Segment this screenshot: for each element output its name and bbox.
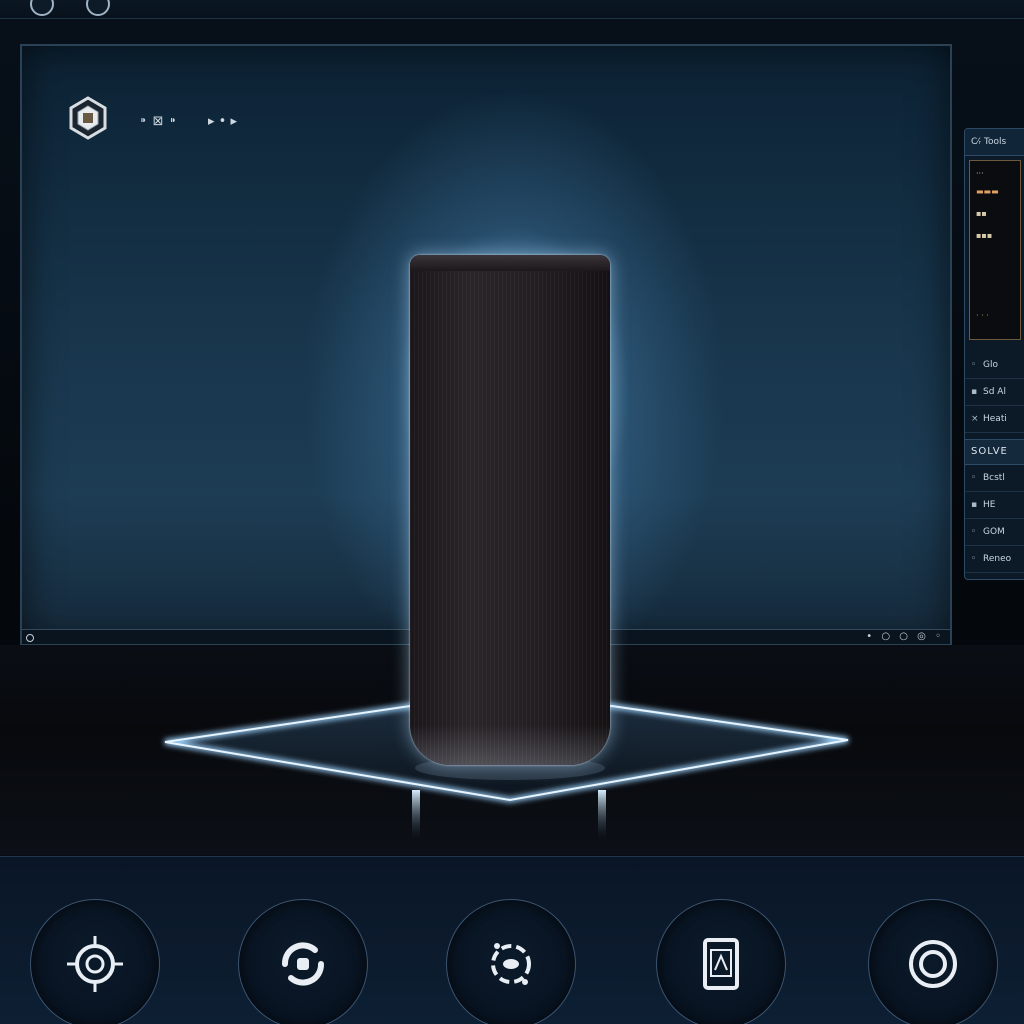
preview-line: ▪▪▪ [976,231,993,240]
preview-line: · · · [976,311,989,320]
bullet-icon: ▪ [971,387,978,397]
product-fringe [410,725,610,765]
bottom-toolbar [0,856,1024,1024]
side-panel-row[interactable]: ▪ Sd Al [965,379,1024,406]
side-panel: C⁄ᵣ Tools ··· ▬▬▬ ▪▪ ▪▪▪ · · · ◦ Glo ▪ Sd … [964,128,1024,580]
side-panel-row[interactable]: ◦ Glo [965,352,1024,379]
hexagon-logo-icon [69,96,107,140]
viewport-title: ⁍ ⊠ ⁍ [140,114,178,129]
record-button[interactable] [868,899,998,1024]
side-panel-row[interactable]: ▪ HE [965,492,1024,519]
viewport-playback-controls[interactable]: • ○ ○ ◎ ◦ [866,630,944,644]
bullet-icon: ◦ [971,360,977,370]
bullet-icon: ◦ [971,527,977,537]
side-panel-row[interactable]: ◦ Reneo [965,546,1024,573]
side-panel-row[interactable]: ◦ GOM [965,519,1024,546]
bullet-icon: ▪ [971,500,978,510]
bullet-icon: ◦ [971,473,977,483]
crosshair-target-icon [67,936,123,992]
side-panel-section-header[interactable]: SOLVE [965,439,1024,465]
rotate-icon [282,942,324,986]
device-frame-icon [703,938,739,990]
side-panel-row[interactable]: ◦ Bcstl [965,465,1024,492]
viewport-left-control-icon[interactable] [26,634,34,642]
close-icon: × [971,414,979,424]
orbit-button[interactable] [446,899,576,1024]
preview-line: ▪▪ [976,209,987,218]
record-circle-icon [909,940,957,988]
top-second-control-icon[interactable] [86,0,110,16]
bullet-icon: ◦ [971,554,977,564]
side-panel-row[interactable]: × Heati [965,406,1024,433]
top-strip [0,0,1024,19]
preview-line: ··· [976,169,984,178]
app-window: ⁍ ⊠ ⁍ ▸ • ▸ • ○ ○ ◎ ◦ C⁄ᵣ Tools ··· ▬▬▬ … [0,0,1024,1024]
device-frame-button[interactable] [656,899,786,1024]
target-button[interactable] [30,899,160,1024]
viewport-subtitle: ▸ • ▸ [208,114,237,129]
preview-line: ▬▬▬ [976,187,999,196]
side-panel-preview[interactable]: ··· ▬▬▬ ▪▪ ▪▪▪ · · · [969,160,1021,340]
product-model[interactable] [410,255,610,765]
product-cap [410,255,610,271]
rotate-button[interactable] [238,899,368,1024]
top-left-control-icon[interactable] [30,0,54,16]
side-panel-header[interactable]: C⁄ᵣ Tools [965,129,1024,156]
orbit-icon [491,943,531,985]
